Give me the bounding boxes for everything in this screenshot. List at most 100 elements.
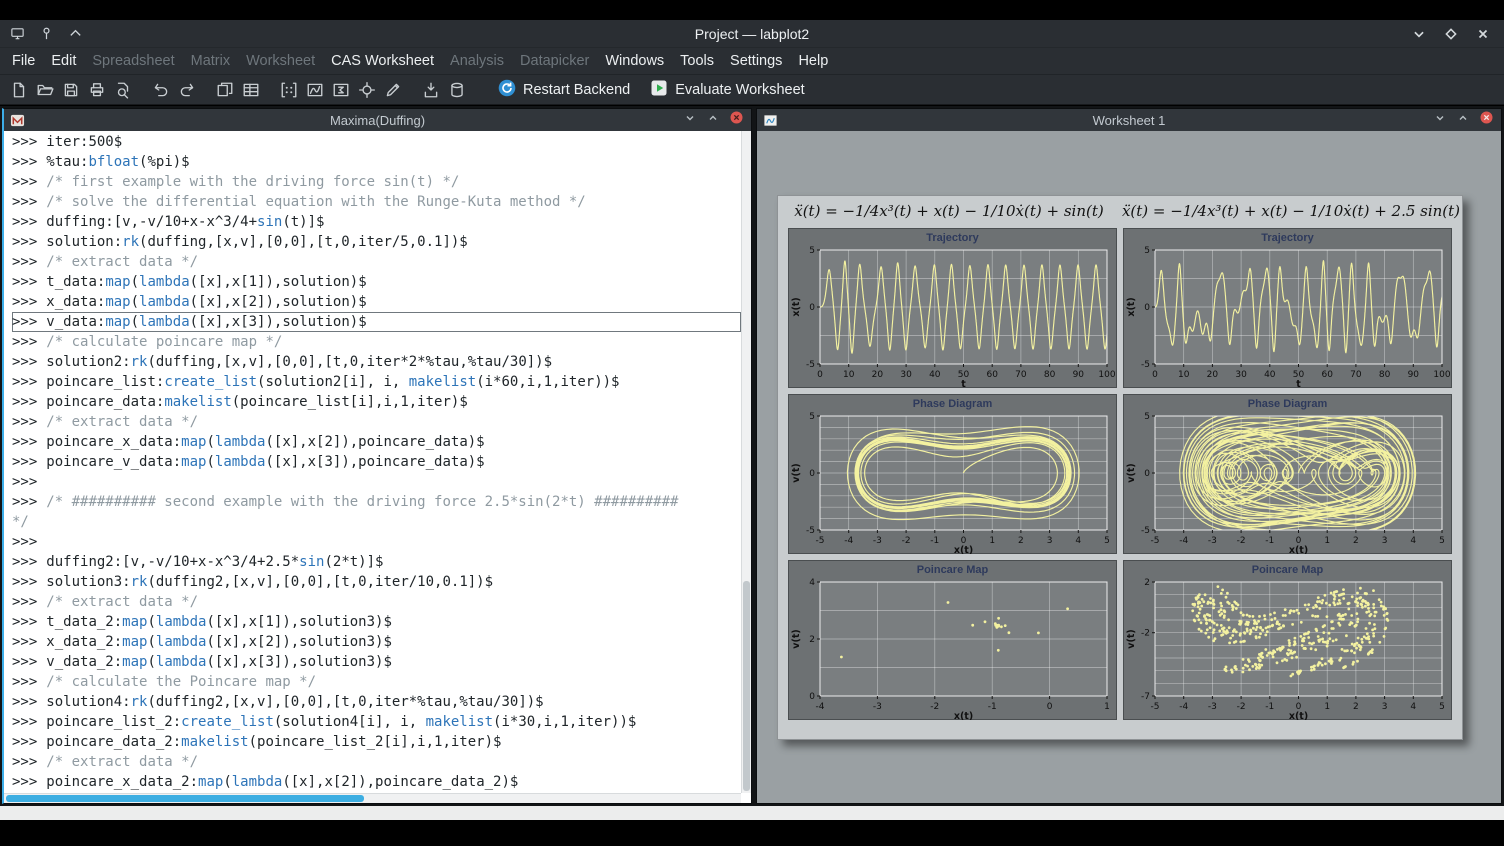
plot-box-phase-1[interactable]: Phase Diagram-5-4-3-2-1012345-505x(t)v(t…	[788, 394, 1117, 554]
print-button[interactable]	[84, 77, 110, 103]
svg-text:-1: -1	[988, 702, 997, 712]
console-line[interactable]: >>>t_data:map(lambda([x],x[1]),solution)…	[12, 272, 741, 292]
console-line[interactable]: >>>/* first example with the driving for…	[12, 172, 741, 192]
console-line[interactable]: >>>solution:rk(duffing,[x,v],[0,0],[t,0,…	[12, 232, 741, 252]
window-titlebar[interactable]: Project — labplot2	[0, 20, 1504, 47]
menu-edit[interactable]: Edit	[43, 50, 84, 72]
redo-button[interactable]	[174, 77, 200, 103]
restart-backend-button[interactable]: Restart Backend	[494, 77, 634, 103]
console-horizontal-scrollbar[interactable]	[4, 793, 741, 803]
console-line[interactable]: >>>x_data:map(lambda([x],x[2]),solution)…	[12, 292, 741, 312]
new-note-button[interactable]	[380, 77, 406, 103]
worksheet-close-icon[interactable]	[1480, 111, 1493, 129]
console-line[interactable]: >>>poincare_x_data:map(lambda([x],x[2]),…	[12, 432, 741, 452]
menu-bar: FileEditSpreadsheetMatrixWorksheetCAS Wo…	[0, 47, 1504, 74]
console-line[interactable]: >>>v_data_2:map(lambda([x],x[3]),solutio…	[12, 652, 741, 672]
menu-help[interactable]: Help	[790, 50, 836, 72]
worksheet-page[interactable]: ẍ(t) = −1/4x³(t) + x(t) − 1/10ẋ(t) + sin…	[777, 195, 1463, 740]
new-datapicker-button[interactable]	[354, 77, 380, 103]
console-line[interactable]: >>>poincare_x_data_2:map(lambda([x],x[2]…	[12, 772, 741, 792]
console-line[interactable]: >>>poincare_list:create_list(solution2[i…	[12, 372, 741, 392]
worksheet-minimize-icon[interactable]	[1434, 111, 1446, 129]
console-area[interactable]: >>>iter:500$>>>%tau:bfloat(%pi)$>>>/* fi…	[4, 131, 751, 803]
maximize-icon[interactable]	[1444, 27, 1458, 41]
console-line[interactable]: >>>poincare_data_2:makelist(poincare_lis…	[12, 732, 741, 752]
menu-tools[interactable]: Tools	[672, 50, 722, 72]
new-worksheet-button[interactable]	[302, 77, 328, 103]
console-line[interactable]: >>>iter:500$	[12, 132, 741, 152]
menu-settings[interactable]: Settings	[722, 50, 790, 72]
console-line[interactable]: >>>solution4:rk(duffing2,[x,v],[0,0],[t,…	[12, 692, 741, 712]
menu-file[interactable]: File	[4, 50, 43, 72]
pin-icon[interactable]	[39, 26, 54, 41]
console-line[interactable]: >>>solution2:rk(duffing,[x,v],[0,0],[t,0…	[12, 352, 741, 372]
print-preview-button[interactable]	[110, 77, 136, 103]
worksheet-maximize-icon[interactable]	[1457, 111, 1469, 129]
save-project-button[interactable]	[58, 77, 84, 103]
plot-box-trajectory-2[interactable]: Trajectory0102030405060708090100-505tx(t…	[1123, 228, 1452, 388]
console-line[interactable]: >>>t_data_2:map(lambda([x],x[1]),solutio…	[12, 612, 741, 632]
console-line[interactable]: >>>/* solve the differential equation wi…	[12, 192, 741, 212]
menu-cas-worksheet[interactable]: CAS Worksheet	[323, 50, 442, 72]
worksheet-view[interactable]: ẍ(t) = −1/4x³(t) + x(t) − 1/10ẋ(t) + sin…	[757, 131, 1501, 803]
new-project-button[interactable]	[6, 77, 32, 103]
console-prompt: >>>	[12, 234, 37, 250]
maxima-close-icon[interactable]	[730, 111, 743, 129]
console-line[interactable]: >>>/* extract data */	[12, 592, 741, 612]
console-line[interactable]: >>>/* extract data */	[12, 252, 741, 272]
svg-text:v(t): v(t)	[1126, 629, 1137, 648]
evaluate-worksheet-button[interactable]: Evaluate Worksheet	[646, 77, 809, 103]
svg-text:t: t	[1296, 379, 1301, 388]
open-project-button[interactable]	[32, 77, 58, 103]
maxima-minimize-icon[interactable]	[684, 111, 696, 129]
new-spreadsheet-button[interactable]	[238, 77, 264, 103]
svg-text:10: 10	[1178, 370, 1190, 380]
worksheet-titlebar[interactable]: Worksheet 1	[757, 109, 1501, 131]
console-line[interactable]: >>>v_data:map(lambda([x],x[3]),solution)…	[12, 312, 741, 332]
plot-poincare-2: -5-4-3-2-10123452-2-7x(t)v(t)	[1125, 578, 1450, 720]
svg-text:10: 10	[843, 370, 855, 380]
horizontal-scrollbar-thumb[interactable]	[6, 795, 364, 802]
console-line[interactable]: >>>/* extract data */	[12, 752, 741, 772]
console-code: /* first example with the driving force …	[46, 174, 459, 190]
plot-box-poincare-1[interactable]: Poincare Map-4-3-2-101024x(t)v(t)	[788, 560, 1117, 720]
console-line[interactable]: >>>duffing2:[v,-v/10+x-x^3/4+2.5*sin(2*t…	[12, 552, 741, 572]
console-line[interactable]: >>>poincare_list_2:create_list(solution4…	[12, 712, 741, 732]
menu-windows[interactable]: Windows	[597, 50, 672, 72]
console-line[interactable]: >>>/* calculate poincare map */	[12, 332, 741, 352]
console-line[interactable]: >>>	[12, 472, 741, 492]
console-line[interactable]: >>>solution3:rk(duffing2,[x,v],[0,0],[t,…	[12, 572, 741, 592]
maxima-console[interactable]: >>>iter:500$>>>%tau:bfloat(%pi)$>>>/* fi…	[4, 131, 741, 793]
console-line[interactable]: */	[12, 512, 741, 532]
import-file-button[interactable]	[418, 77, 444, 103]
new-cas-worksheet-button[interactable]	[328, 77, 354, 103]
vertical-scrollbar-thumb[interactable]	[743, 581, 750, 791]
console-line[interactable]: >>>/* calculate the Poincare map */	[12, 672, 741, 692]
console-prompt: >>>	[12, 594, 37, 610]
console-line[interactable]: >>>	[12, 532, 741, 552]
plot-box-trajectory-1[interactable]: Trajectory0102030405060708090100-505tx(t…	[788, 228, 1117, 388]
close-icon[interactable]	[1476, 27, 1490, 41]
console-line[interactable]: >>>poincare_data:makelist(poincare_list[…	[12, 392, 741, 412]
svg-text:100: 100	[1433, 370, 1450, 380]
maxima-maximize-icon[interactable]	[707, 111, 719, 129]
plot-box-poincare-2[interactable]: Poincare Map-5-4-3-2-10123452-2-7x(t)v(t…	[1123, 560, 1452, 720]
console-line[interactable]: >>>/* ########## second example with the…	[12, 492, 741, 512]
console-line[interactable]: >>>duffing:[v,-v/10+x-x^3/4+sin(t)]$	[12, 212, 741, 232]
console-line[interactable]: >>>/* extract data */	[12, 412, 741, 432]
new-matrix-button[interactable]	[276, 77, 302, 103]
shade-icon[interactable]	[68, 26, 83, 41]
console-vertical-scrollbar[interactable]	[741, 131, 751, 793]
console-line[interactable]: >>>%tau:bfloat(%pi)$	[12, 152, 741, 172]
new-workbook-button[interactable]	[212, 77, 238, 103]
equation-label-2[interactable]: ẍ(t) = −1/4x³(t) + x(t) − 1/10ẋ(t) + 2.5…	[1120, 202, 1462, 220]
plot-box-phase-2[interactable]: Phase Diagram-5-4-3-2-1012345-505x(t)v(t…	[1123, 394, 1452, 554]
console-line[interactable]: >>>x_data_2:map(lambda([x],x[2]),solutio…	[12, 632, 741, 652]
maxima-titlebar[interactable]: Maxima(Duffing)	[4, 109, 751, 131]
minimize-icon[interactable]	[1412, 27, 1426, 41]
undo-button[interactable]	[148, 77, 174, 103]
console-prompt: >>>	[12, 294, 37, 310]
equation-label-1[interactable]: ẍ(t) = −1/4x³(t) + x(t) − 1/10ẋ(t) + sin…	[778, 202, 1120, 220]
import-sql-button[interactable]	[444, 77, 470, 103]
console-line[interactable]: >>>poincare_v_data:map(lambda([x],x[3]),…	[12, 452, 741, 472]
